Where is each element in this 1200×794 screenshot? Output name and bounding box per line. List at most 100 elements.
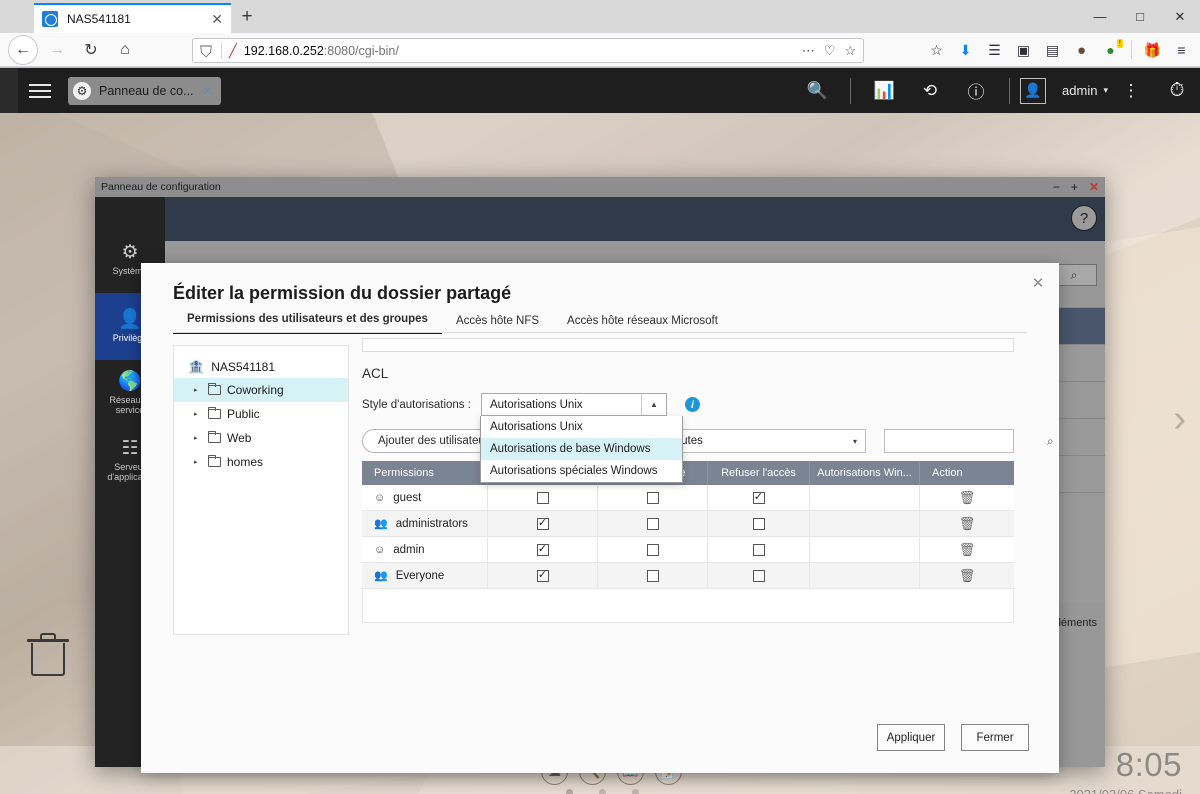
bookmarks-toolbar-icon[interactable]: ▤ <box>1040 38 1065 63</box>
tab-permissions-utilisateurs-groupes[interactable]: Permissions des utilisateurs et des grou… <box>173 313 442 334</box>
checkbox-lecture-seule[interactable] <box>646 543 659 556</box>
info-icon[interactable]: ⓘ <box>953 68 999 113</box>
table-row[interactable]: ☺ admin ✓ 🗑 <box>362 537 1014 563</box>
cp-close-button[interactable]: ✕ <box>1089 180 1099 194</box>
delete-icon[interactable]: 🗑 <box>959 490 976 506</box>
more-options-icon[interactable]: ⋮ <box>1108 68 1154 113</box>
panel-row[interactable] <box>1059 455 1105 492</box>
window-close-button[interactable]: ✕ <box>1160 0 1200 33</box>
new-tab-button[interactable]: + <box>236 7 258 29</box>
account-icon[interactable]: ● <box>1069 38 1094 63</box>
background-tasks-icon[interactable]: ⟲ <box>907 68 953 113</box>
cell-lecture-seule[interactable] <box>598 485 708 510</box>
cell-refuser-acces[interactable] <box>708 563 810 588</box>
checkbox-lecture-seule[interactable] <box>646 569 659 582</box>
cell-refuser-acces[interactable]: ✓ <box>708 485 810 510</box>
table-row[interactable]: 👥 administrators ✓ 🗑 <box>362 511 1014 537</box>
search-icon[interactable]: 🔍 <box>794 68 840 113</box>
hamburger-menu-icon[interactable] <box>18 68 62 113</box>
checkbox-refuser-acces[interactable] <box>752 543 765 556</box>
checkbox-lire-ecrire[interactable]: ✓ <box>536 569 549 582</box>
dropdown-option-autorisations-base-windows[interactable]: Autorisations de base Windows <box>481 438 682 460</box>
forward-icon[interactable]: → <box>42 35 72 65</box>
tree-item-web[interactable]: ▸ Web <box>174 426 348 450</box>
chevron-right-icon[interactable]: ▸ <box>194 410 202 418</box>
checkbox-refuser-acces[interactable]: ✓ <box>752 491 765 504</box>
permission-style-select[interactable]: Autorisations Unix ▲ <box>480 393 667 416</box>
recycle-bin-icon[interactable] <box>27 631 69 677</box>
delete-icon[interactable]: 🗑 <box>959 516 976 532</box>
back-icon[interactable]: ← <box>8 34 38 65</box>
panel-row[interactable] <box>1059 418 1105 455</box>
user-name-label[interactable]: admin <box>1062 83 1097 98</box>
acl-search-box[interactable]: ⌕ <box>884 429 1054 453</box>
reload-icon[interactable]: ↻ <box>76 35 106 65</box>
next-page-chevron-icon[interactable]: › <box>1173 398 1186 441</box>
bookmark-star-icon[interactable]: ☆ <box>924 38 949 63</box>
tree-item-coworking[interactable]: ▸ Coworking <box>174 378 348 402</box>
chevron-right-icon[interactable]: ▸ <box>194 434 202 442</box>
cell-lecture-seule[interactable] <box>598 563 708 588</box>
close-icon[interactable]: ✕ <box>1027 272 1049 294</box>
library-icon[interactable]: ☰ <box>982 38 1007 63</box>
cell-lire-ecrire[interactable]: ✓ <box>488 563 598 588</box>
checkbox-lire-ecrire[interactable] <box>536 491 549 504</box>
dashboard-icon[interactable]: ⏱ <box>1154 68 1200 113</box>
home-icon[interactable]: ⌂ <box>110 35 140 65</box>
cell-action[interactable]: 🗑 <box>920 537 1014 562</box>
permission-filter-select[interactable]: Toutes ▾ <box>660 429 866 453</box>
help-icon[interactable]: ? <box>1071 205 1097 231</box>
gift-icon[interactable]: 🎁 <box>1140 38 1165 63</box>
cell-refuser-acces[interactable] <box>708 537 810 562</box>
cp-minimize-button[interactable]: − <box>1053 180 1060 194</box>
control-panel-titlebar[interactable]: Panneau de configuration − + ✕ <box>95 177 1105 197</box>
delete-icon[interactable]: 🗑 <box>959 542 976 558</box>
tree-item-public[interactable]: ▸ Public <box>174 402 348 426</box>
dropdown-option-autorisations-speciales-windows[interactable]: Autorisations spéciales Windows <box>481 460 682 482</box>
table-row[interactable]: ☺ guest ✓ 🗑 <box>362 485 1014 511</box>
checkbox-refuser-acces[interactable] <box>752 569 765 582</box>
cell-lecture-seule[interactable] <box>598 537 708 562</box>
window-maximize-button[interactable]: □ <box>1120 0 1160 33</box>
page-actions-icon[interactable]: ⋯ <box>802 43 815 59</box>
resource-monitor-icon[interactable]: 📊 <box>861 68 907 113</box>
extension-icon[interactable]: ●! <box>1098 38 1123 63</box>
delete-icon[interactable]: 🗑 <box>959 568 976 584</box>
cell-action[interactable]: 🗑 <box>920 563 1014 588</box>
cell-lire-ecrire[interactable] <box>488 485 598 510</box>
tab-close-icon[interactable]: ✕ <box>211 12 223 26</box>
info-icon[interactable]: i <box>684 397 700 412</box>
checkbox-lire-ecrire[interactable]: ✓ <box>536 517 549 530</box>
app-tab-control-panel[interactable]: ⚙ Panneau de co... ✕ <box>68 76 221 105</box>
cell-lecture-seule[interactable] <box>598 511 708 536</box>
address-bar[interactable]: ⛉ ╱ 192.168.0.252:8080/cgi-bin/ ⋯ ♡ ☆ <box>192 38 864 63</box>
panel-row-selected[interactable] <box>1059 307 1105 344</box>
search-icon[interactable]: ⌕ <box>1047 434 1054 449</box>
panel-row[interactable] <box>1059 344 1105 381</box>
chevron-down-icon[interactable]: ▾ <box>853 437 857 446</box>
bookmark-star-icon[interactable]: ☆ <box>844 43 856 59</box>
close-button[interactable]: Fermer <box>961 724 1029 751</box>
checkbox-lire-ecrire[interactable]: ✓ <box>536 543 549 556</box>
cell-action[interactable]: 🗑 <box>920 485 1014 510</box>
panel-row[interactable] <box>1059 381 1105 418</box>
chevron-right-icon[interactable]: ▸ <box>194 458 202 466</box>
cell-lire-ecrire[interactable]: ✓ <box>488 511 598 536</box>
cell-action[interactable]: 🗑 <box>920 511 1014 536</box>
search-input[interactable] <box>893 435 1047 447</box>
dropdown-option-autorisations-unix[interactable]: Autorisations Unix <box>481 416 682 438</box>
cell-refuser-acces[interactable] <box>708 511 810 536</box>
table-row[interactable]: 👥 Everyone ✓ 🗑 <box>362 563 1014 589</box>
checkbox-lecture-seule[interactable] <box>646 491 659 504</box>
app-menu-icon[interactable]: ≡ <box>1169 38 1194 63</box>
apply-button[interactable]: Appliquer <box>877 724 945 751</box>
panel-row[interactable] <box>1059 492 1105 602</box>
avatar[interactable]: 👤 <box>1020 77 1047 104</box>
cp-maximize-button[interactable]: + <box>1071 180 1078 194</box>
checkbox-refuser-acces[interactable] <box>752 517 765 530</box>
chevron-right-icon[interactable]: ▸ <box>194 386 202 394</box>
tree-root-nas[interactable]: 🏦 NAS541181 <box>174 356 348 378</box>
checkbox-lecture-seule[interactable] <box>646 517 659 530</box>
downloads-icon[interactable]: ⬇ <box>953 38 978 63</box>
sidebar-icon[interactable]: ▣ <box>1011 38 1036 63</box>
